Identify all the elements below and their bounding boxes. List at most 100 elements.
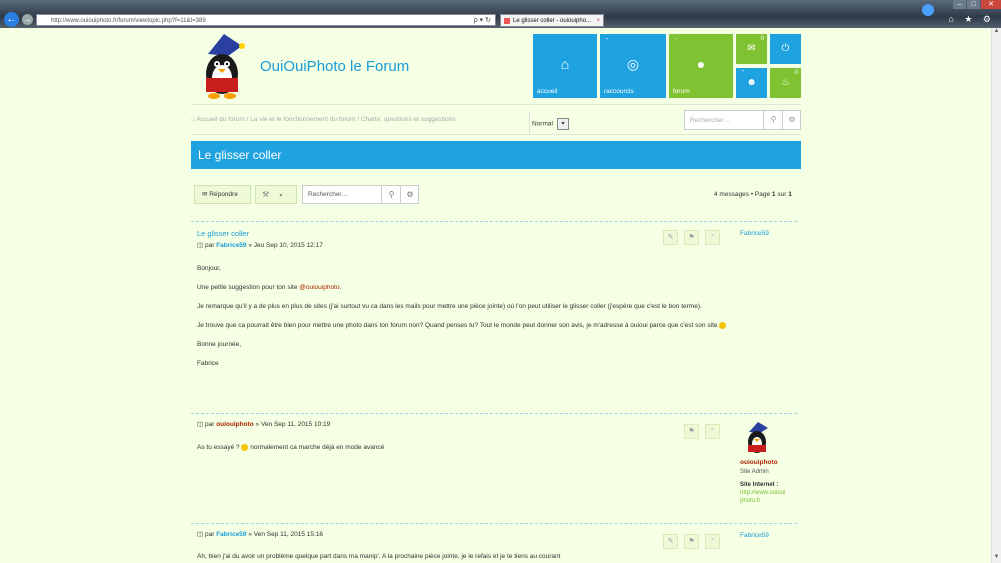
avatar[interactable] [744, 421, 772, 455]
tile-power[interactable]: ⏻ [770, 34, 801, 64]
style-select-value: Normal [532, 120, 553, 128]
site-title[interactable]: OuiOuiPhoto le Forum [260, 58, 409, 75]
tile-raccourcis[interactable]: - ◎ raccourcis [600, 34, 666, 98]
tile-notifications[interactable]: 0 ♨ [770, 68, 801, 98]
header-divider [191, 104, 801, 105]
globe-icon [922, 4, 934, 16]
mention-link[interactable]: @ouiouiphoto [299, 284, 339, 291]
back-button[interactable]: ← [4, 12, 19, 27]
style-select[interactable]: Normal ▾ [532, 118, 569, 130]
report-button[interactable]: ⚑ [684, 424, 699, 439]
minimize-button[interactable]: – [953, 0, 966, 9]
breadcrumb-sep: / [357, 116, 360, 123]
gear-icon[interactable]: ⚙ [400, 186, 419, 203]
post-meta: ◫ par Fabrice59 » Ven Sep 11, 2015 15:16 [197, 530, 323, 538]
post-icon: ◫ [197, 531, 204, 538]
favicon-icon [504, 18, 510, 24]
post-divider [191, 413, 797, 414]
forum-search-box[interactable]: Rechercher… ⚲ ⚙ [684, 110, 801, 130]
post-username[interactable]: Fabrice59 [740, 532, 769, 539]
address-bar-icons[interactable]: ρ ▾ ↻ [474, 15, 491, 25]
browser-tool-icons[interactable]: ⌂ ★ ⚙ [948, 14, 995, 25]
address-bar[interactable]: http://www.ouiouiphoto.fr/forum/viewtopi… [36, 14, 496, 26]
topic-title[interactable]: Le glisser coller [191, 141, 801, 169]
edit-button[interactable]: ✎ [663, 534, 678, 549]
scroll-up-icon[interactable]: ▲ [992, 28, 1001, 37]
home-icon: ⌂ [560, 56, 570, 72]
post-meta: ◫ par Fabrice59 » Jeu Sep 10, 2015 12:17 [197, 241, 323, 249]
forum-search-input[interactable]: Rechercher… [690, 117, 730, 124]
post-date: » Ven Sep 11, 2015 15:16 [246, 531, 324, 538]
breadcrumb-home[interactable]: Accueil du forum [196, 116, 244, 123]
close-window-button[interactable]: ✕ [981, 0, 1001, 9]
post-author[interactable]: ouiouiphoto [216, 421, 254, 428]
reply-button[interactable]: ✉ Répondre [194, 185, 251, 204]
text: normalement ca marche déjà en mode avanc… [248, 444, 385, 451]
tile-raccourcis-dash: - [606, 36, 609, 43]
tile-user[interactable]: - ☻ [736, 68, 767, 98]
tile-user-dash: - [742, 68, 745, 75]
mail-count-badge: 0 [760, 36, 764, 42]
tile-mail[interactable]: 0 ✉ [736, 34, 767, 64]
post-date: » Jeu Sep 10, 2015 12:17 [246, 242, 323, 249]
text: As tu essayé ? [197, 444, 242, 451]
tab-title: Le glisser coller - ouiouipho... [513, 18, 592, 24]
post-meta: ◫ par ouiouiphoto » Ven Sep 11, 2015 10:… [197, 420, 330, 428]
post-paragraph: Bonne journée, [197, 341, 242, 348]
bell-icon: ♨ [781, 77, 790, 88]
post-date: » Ven Sep 11, 2015 10:19 [253, 421, 331, 428]
post-divider [191, 523, 797, 524]
post-paragraph: Bonjour, [197, 265, 221, 272]
wrench-icon: ⚒ [262, 190, 270, 199]
window-controls: – □ ✕ [952, 0, 1001, 10]
chevron-down-icon[interactable]: ▾ [556, 118, 569, 130]
tile-accueil-label: accueil [537, 88, 558, 95]
topic-tools-button[interactable]: ⚒ ▾ [255, 185, 297, 204]
post-title[interactable]: Le glisser coller [197, 229, 249, 238]
breadcrumb-category[interactable]: La vie et le fonctionnement du forum [250, 116, 355, 123]
tile-raccourcis-label: raccourcis [604, 88, 634, 95]
quote-button[interactable]: “ [705, 230, 720, 245]
post-by: par [204, 242, 215, 249]
pagination: 4 messages • Page 1 sur 1 [714, 191, 792, 198]
post-username[interactable]: ouiouiphoto [740, 459, 778, 466]
quote-button[interactable]: “ [705, 424, 720, 439]
post-paragraph: Je trouve que ca pourrait être bien pour… [197, 321, 727, 330]
quote-button[interactable]: “ [705, 534, 720, 549]
browser-tab[interactable]: Le glisser coller - ouiouipho... × [500, 14, 604, 27]
forward-button[interactable]: → [22, 14, 33, 25]
post-author[interactable]: Fabrice59 [216, 242, 246, 249]
tile-forum-dash: - [675, 36, 678, 43]
gear-icon[interactable]: ⚙ [782, 111, 801, 129]
report-button[interactable]: ⚑ [684, 534, 699, 549]
reply-icon: ✉ [202, 191, 208, 198]
divider [529, 111, 530, 133]
text: Une petite suggestion pour ton site [197, 284, 300, 291]
post-paragraph: Une petite suggestion pour ton site @oui… [197, 283, 727, 292]
post-by: par [204, 531, 215, 538]
vertical-scrollbar[interactable]: ▲ ▼ [991, 28, 1001, 563]
topic-search-box[interactable]: Rechercher… ⚲ ⚙ [302, 185, 419, 204]
site-logo[interactable] [198, 32, 250, 100]
tile-forum[interactable]: - ● forum [669, 34, 733, 98]
report-button[interactable]: ⚑ [684, 230, 699, 245]
post-author[interactable]: Fabrice59 [216, 531, 246, 538]
search-icon[interactable]: ⚲ [763, 111, 783, 129]
topic-search-input[interactable]: Rechercher… [308, 191, 348, 198]
post-username[interactable]: Fabrice59 [740, 230, 769, 237]
post-divider [191, 221, 797, 222]
user-icon: ☻ [746, 77, 757, 88]
text: Je trouve que ca pourrait être bien pour… [197, 322, 718, 329]
chat-icon: ● [696, 56, 706, 72]
scroll-down-icon[interactable]: ▼ [992, 554, 1001, 563]
text: . [339, 284, 342, 291]
website-label: Site Internet : [740, 482, 779, 488]
maximize-button[interactable]: □ [967, 0, 980, 9]
tile-accueil[interactable]: ⌂ accueil [533, 34, 597, 98]
edit-button[interactable]: ✎ [663, 230, 678, 245]
breadcrumb-forum[interactable]: Charte, questions et suggestions [361, 116, 456, 123]
tab-close-icon[interactable]: × [596, 15, 600, 26]
website-link[interactable]: http://www.ouioui photo.fr [740, 490, 785, 504]
notif-count-badge: 0 [794, 70, 798, 76]
search-icon[interactable]: ⚲ [381, 186, 401, 203]
